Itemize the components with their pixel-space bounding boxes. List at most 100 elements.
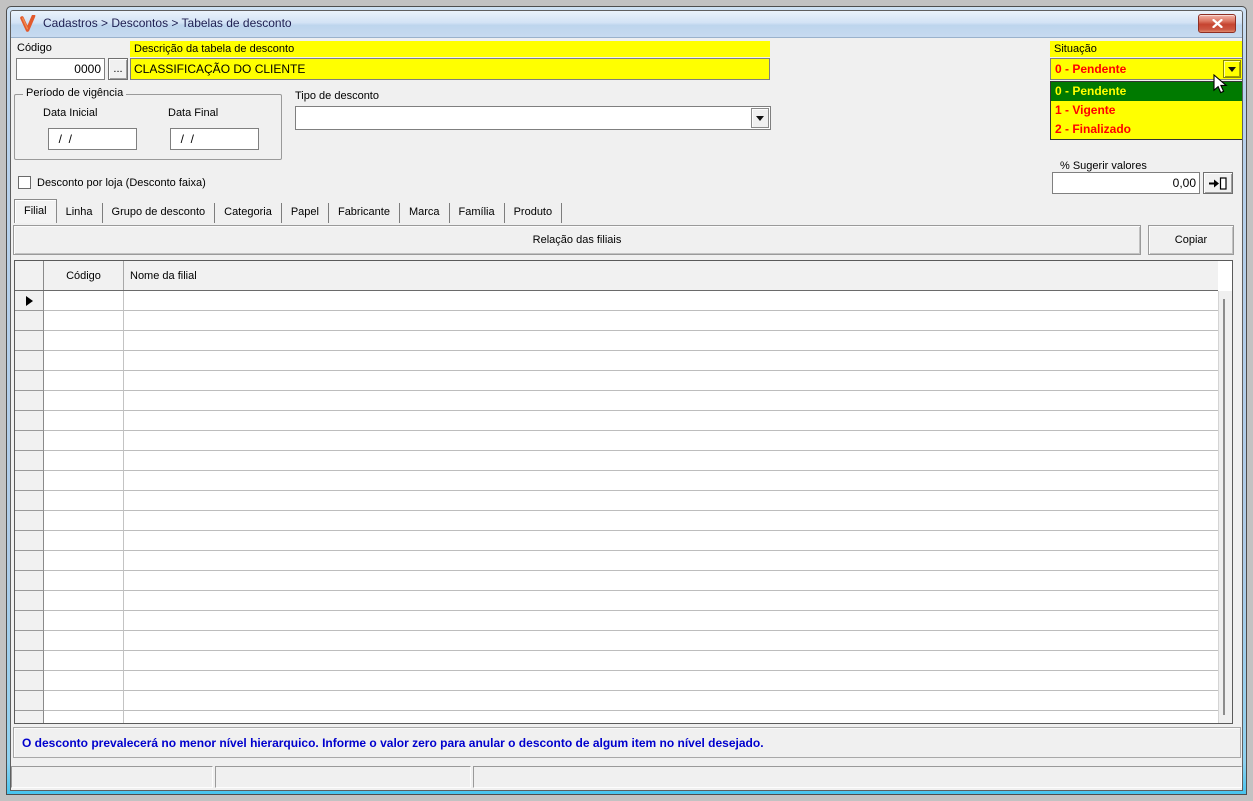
table-row[interactable] bbox=[15, 711, 1218, 723]
cell-nome-da-filial[interactable] bbox=[124, 451, 1218, 471]
codigo-label: Código bbox=[17, 42, 52, 54]
situacao-option-2---finalizado[interactable]: 2 - Finalizado bbox=[1051, 120, 1242, 139]
chevron-down-icon bbox=[1228, 66, 1236, 72]
situacao-option-0---pendente[interactable]: 0 - Pendente bbox=[1051, 82, 1242, 101]
close-button[interactable] bbox=[1198, 14, 1236, 33]
situacao-option-1---vigente[interactable]: 1 - Vigente bbox=[1051, 101, 1242, 120]
cell-codigo[interactable] bbox=[44, 391, 124, 411]
codigo-input[interactable] bbox=[16, 58, 105, 80]
cell-nome-da-filial[interactable] bbox=[124, 351, 1218, 371]
cell-codigo[interactable] bbox=[44, 531, 124, 551]
app-window: Cadastros > Descontos > Tabelas de desco… bbox=[6, 6, 1247, 795]
cell-nome-da-filial[interactable] bbox=[124, 371, 1218, 391]
row-indicator bbox=[15, 711, 44, 723]
cell-nome-da-filial[interactable] bbox=[124, 531, 1218, 551]
cell-codigo[interactable] bbox=[44, 471, 124, 491]
situacao-dropdown-button[interactable] bbox=[1223, 60, 1241, 78]
table-row[interactable] bbox=[15, 371, 1218, 391]
cell-nome-da-filial[interactable] bbox=[124, 591, 1218, 611]
cell-nome-da-filial[interactable] bbox=[124, 331, 1218, 351]
tab-grupo-de-desconto[interactable]: Grupo de desconto bbox=[103, 203, 216, 223]
tipo-desconto-combobox[interactable] bbox=[295, 106, 771, 130]
cell-codigo[interactable] bbox=[44, 371, 124, 391]
cell-nome-da-filial[interactable] bbox=[124, 291, 1218, 311]
table-row[interactable] bbox=[15, 571, 1218, 591]
table-row[interactable] bbox=[15, 611, 1218, 631]
cell-codigo[interactable] bbox=[44, 651, 124, 671]
codigo-browse-button[interactable]: ... bbox=[108, 58, 128, 80]
cell-nome-da-filial[interactable] bbox=[124, 651, 1218, 671]
cell-codigo[interactable] bbox=[44, 331, 124, 351]
table-row[interactable] bbox=[15, 471, 1218, 491]
cell-codigo[interactable] bbox=[44, 631, 124, 651]
table-row[interactable] bbox=[15, 291, 1218, 311]
table-row[interactable] bbox=[15, 631, 1218, 651]
cell-nome-da-filial[interactable] bbox=[124, 691, 1218, 711]
table-row[interactable] bbox=[15, 431, 1218, 451]
table-row[interactable] bbox=[15, 331, 1218, 351]
table-row[interactable] bbox=[15, 531, 1218, 551]
cell-nome-da-filial[interactable] bbox=[124, 571, 1218, 591]
tab-linha[interactable]: Linha bbox=[57, 203, 103, 223]
sugerir-input[interactable] bbox=[1052, 172, 1200, 194]
cell-codigo[interactable] bbox=[44, 591, 124, 611]
cell-nome-da-filial[interactable] bbox=[124, 611, 1218, 631]
tab-fabricante[interactable]: Fabricante bbox=[329, 203, 400, 223]
cell-codigo[interactable] bbox=[44, 311, 124, 331]
cell-codigo[interactable] bbox=[44, 511, 124, 531]
tab-papel[interactable]: Papel bbox=[282, 203, 329, 223]
table-row[interactable] bbox=[15, 551, 1218, 571]
table-row[interactable] bbox=[15, 671, 1218, 691]
tab-categoria[interactable]: Categoria bbox=[215, 203, 282, 223]
table-row[interactable] bbox=[15, 651, 1218, 671]
table-row[interactable] bbox=[15, 391, 1218, 411]
cell-codigo[interactable] bbox=[44, 711, 124, 723]
descricao-input[interactable] bbox=[130, 58, 770, 80]
table-row[interactable] bbox=[15, 591, 1218, 611]
cell-nome-da-filial[interactable] bbox=[124, 471, 1218, 491]
situacao-dropdown-list: 0 - Pendente 1 - Vigente 2 - Finalizado bbox=[1050, 81, 1242, 140]
cell-codigo[interactable] bbox=[44, 351, 124, 371]
cell-nome-da-filial[interactable] bbox=[124, 631, 1218, 651]
cell-nome-da-filial[interactable] bbox=[124, 311, 1218, 331]
table-row[interactable] bbox=[15, 411, 1218, 431]
cell-codigo[interactable] bbox=[44, 431, 124, 451]
data-final-input[interactable] bbox=[170, 128, 259, 150]
table-row[interactable] bbox=[15, 691, 1218, 711]
cell-codigo[interactable] bbox=[44, 291, 124, 311]
table-row[interactable] bbox=[15, 511, 1218, 531]
table-row[interactable] bbox=[15, 451, 1218, 471]
tipo-desconto-dropdown-button[interactable] bbox=[751, 108, 769, 128]
grid-vertical-scrollbar[interactable] bbox=[1218, 291, 1232, 723]
cell-codigo[interactable] bbox=[44, 491, 124, 511]
cell-codigo[interactable] bbox=[44, 451, 124, 471]
cell-nome-da-filial[interactable] bbox=[124, 551, 1218, 571]
cell-nome-da-filial[interactable] bbox=[124, 391, 1218, 411]
apply-suggested-values-button[interactable] bbox=[1203, 172, 1233, 194]
cell-nome-da-filial[interactable] bbox=[124, 431, 1218, 451]
cell-codigo[interactable] bbox=[44, 551, 124, 571]
tab-produto[interactable]: Produto bbox=[505, 203, 563, 223]
tab-filial[interactable]: Filial bbox=[14, 199, 57, 223]
cell-nome-da-filial[interactable] bbox=[124, 411, 1218, 431]
cell-codigo[interactable] bbox=[44, 691, 124, 711]
situacao-combobox[interactable]: 0 - Pendente bbox=[1050, 58, 1242, 80]
cell-nome-da-filial[interactable] bbox=[124, 511, 1218, 531]
cell-nome-da-filial[interactable] bbox=[124, 491, 1218, 511]
scrollbar-thumb[interactable] bbox=[1223, 299, 1225, 715]
cell-codigo[interactable] bbox=[44, 611, 124, 631]
data-inicial-input[interactable] bbox=[48, 128, 137, 150]
current-row-arrow-icon bbox=[25, 295, 33, 306]
desconto-por-loja-checkbox[interactable] bbox=[18, 176, 31, 189]
cell-nome-da-filial[interactable] bbox=[124, 711, 1218, 723]
table-row[interactable] bbox=[15, 311, 1218, 331]
table-row[interactable] bbox=[15, 491, 1218, 511]
copy-button[interactable]: Copiar bbox=[1148, 225, 1234, 255]
cell-codigo[interactable] bbox=[44, 671, 124, 691]
cell-codigo[interactable] bbox=[44, 411, 124, 431]
tab-familia[interactable]: Família bbox=[450, 203, 505, 223]
tab-marca[interactable]: Marca bbox=[400, 203, 450, 223]
cell-codigo[interactable] bbox=[44, 571, 124, 591]
table-row[interactable] bbox=[15, 351, 1218, 371]
cell-nome-da-filial[interactable] bbox=[124, 671, 1218, 691]
